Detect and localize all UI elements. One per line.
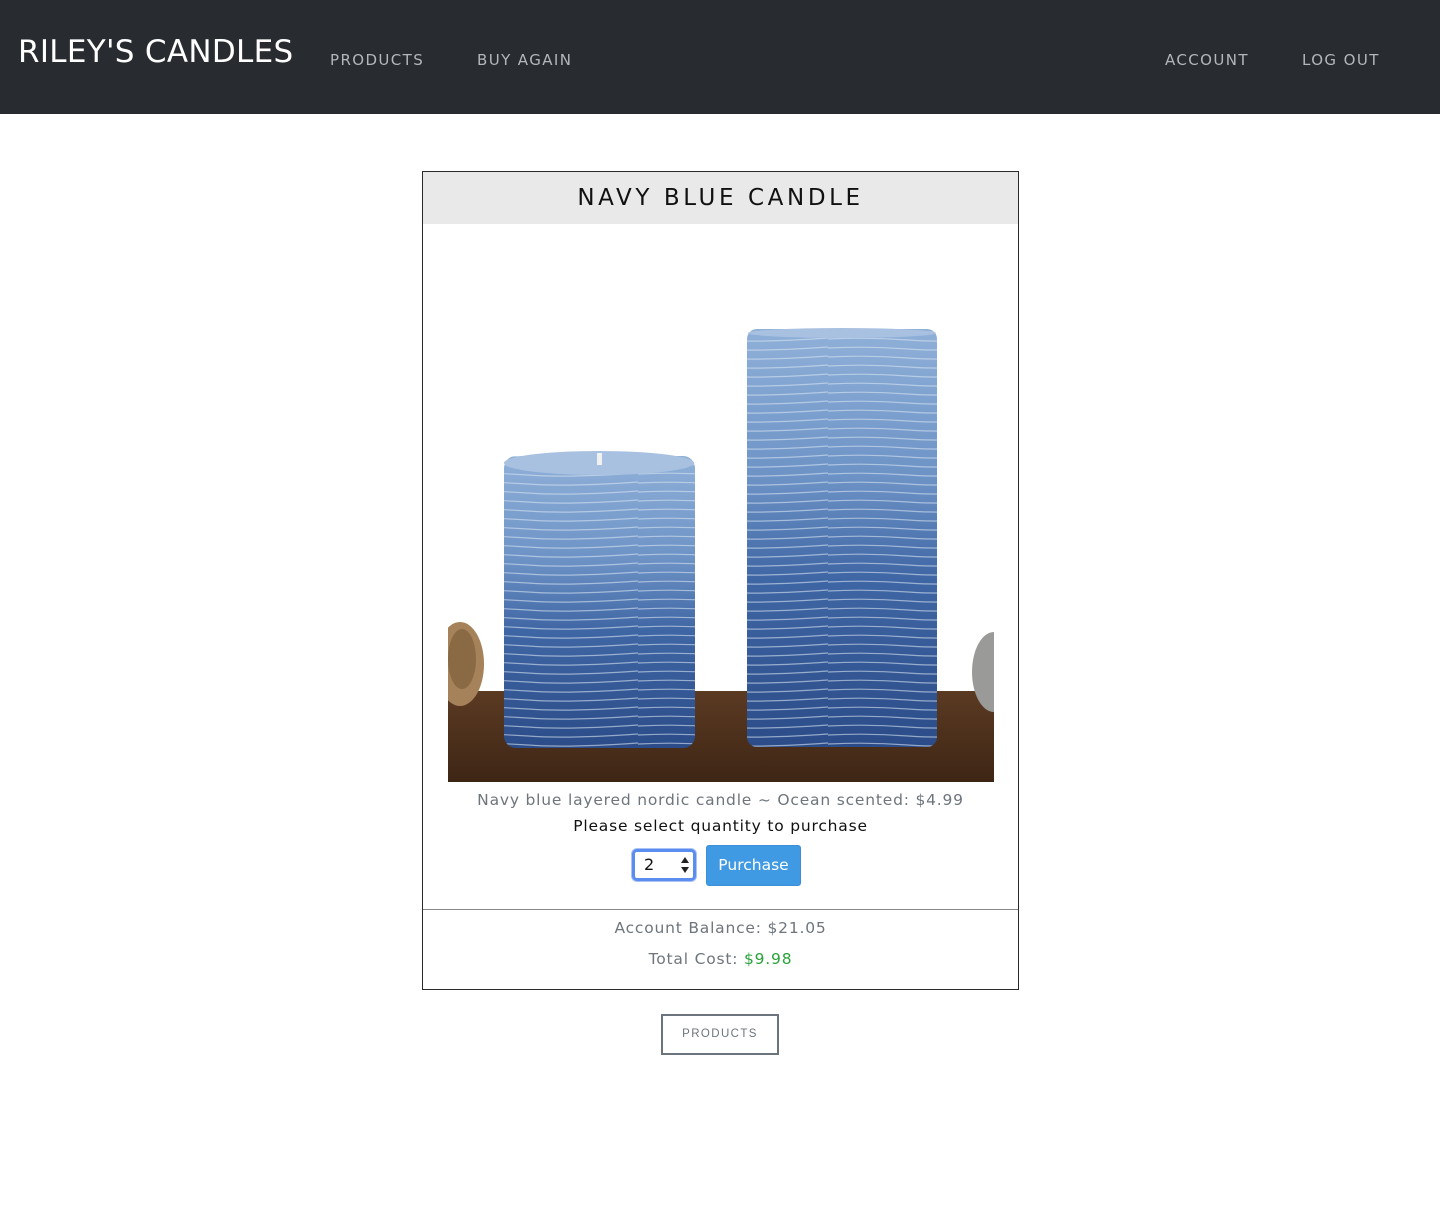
product-description: Navy blue layered nordic candle ~ Ocean …: [477, 791, 964, 809]
navy-candles-image: [448, 299, 994, 782]
total-cost-label: Total Cost:: [648, 950, 744, 968]
quantity-value: 2: [644, 855, 655, 874]
products-button[interactable]: PRODUCTS: [661, 1014, 779, 1055]
account-balance: Account Balance: $21.05: [614, 919, 827, 937]
product-card: NAVY BLUE CANDLE Navy blue layered nordi…: [422, 171, 1019, 990]
total-cost: Total Cost: $9.98: [423, 950, 1018, 968]
card-divider: [423, 909, 1018, 910]
top-navbar: RILEY'S CANDLES PRODUCTS BUY AGAIN ACCOU…: [0, 0, 1440, 114]
brand-logo[interactable]: RILEY'S CANDLES: [18, 34, 293, 70]
nav-log-out-link[interactable]: LOG OUT: [1302, 51, 1380, 69]
product-image: [448, 299, 994, 782]
quantity-stepper[interactable]: 2: [632, 849, 696, 881]
card-header: NAVY BLUE CANDLE: [423, 172, 1018, 224]
purchase-button[interactable]: Purchase: [706, 845, 801, 886]
total-cost-value: $9.98: [743, 950, 793, 968]
product-title: NAVY BLUE CANDLE: [577, 185, 864, 211]
nav-account-link[interactable]: ACCOUNT: [1165, 51, 1249, 69]
nav-products-link[interactable]: PRODUCTS: [330, 51, 424, 69]
nav-buy-again-link[interactable]: BUY AGAIN: [477, 51, 572, 69]
stepper-arrows-icon[interactable]: [681, 854, 689, 876]
quantity-prompt: Please select quantity to purchase: [573, 817, 868, 835]
